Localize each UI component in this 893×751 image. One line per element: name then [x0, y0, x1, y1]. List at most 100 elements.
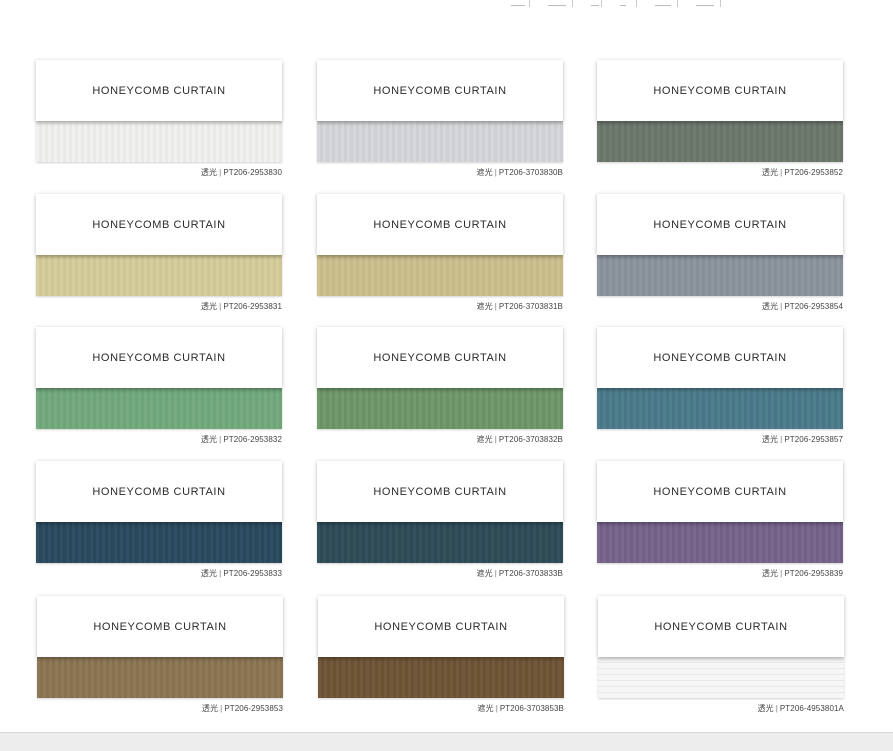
light-type: 透光 — [200, 168, 218, 177]
fabric-swatch — [36, 255, 282, 296]
product-code: PT206-2953832 — [223, 435, 282, 444]
separator: | — [219, 168, 222, 177]
separator: | — [494, 435, 497, 444]
card-label: HONEYCOMB CURTAIN — [317, 327, 563, 388]
card-title: HONEYCOMB CURTAIN — [653, 351, 787, 364]
fabric-swatch — [36, 121, 282, 162]
card-title: HONEYCOMB CURTAIN — [92, 485, 226, 498]
separator: | — [219, 569, 222, 578]
card-title: HONEYCOMB CURTAIN — [373, 84, 507, 97]
product-code: PT206-3703831B — [498, 302, 563, 311]
product-code: PT206-2953831 — [223, 302, 282, 311]
product-code-line: 透光 | PT206-2953830 — [36, 167, 282, 178]
light-type: 遮光 — [477, 704, 494, 713]
fabric-swatch — [318, 657, 564, 698]
light-type: 透光 — [761, 569, 779, 578]
card-label: HONEYCOMB CURTAIN — [318, 596, 564, 657]
fabric-swatch — [597, 121, 843, 162]
product-code-line: 遮光 | PT206-3703833B — [317, 568, 563, 579]
card-label: HONEYCOMB CURTAIN — [597, 327, 843, 388]
product-code: PT206-3703833B — [498, 569, 563, 578]
product-code-line: 透光 | PT206-2953852 — [597, 167, 843, 178]
card-label: HONEYCOMB CURTAIN — [317, 60, 563, 121]
swatch-card[interactable]: HONEYCOMB CURTAIN 透光 | PT206-2953830 — [36, 60, 282, 178]
swatch-card[interactable]: HONEYCOMB CURTAIN 透光 | PT206-2953832 — [36, 327, 282, 445]
product-code-line: 透光 | PT206-2953854 — [597, 301, 843, 312]
card-label: HONEYCOMB CURTAIN — [598, 596, 844, 657]
product-code-line: 遮光 | PT206-3703832B — [317, 434, 563, 445]
swatch-card[interactable]: HONEYCOMB CURTAIN 透光 | PT206-2953833 — [36, 461, 282, 579]
card-title: HONEYCOMB CURTAIN — [374, 620, 508, 633]
swatch-card[interactable]: HONEYCOMB CURTAIN 遮光 | PT206-3703853B — [318, 596, 564, 714]
card-title: HONEYCOMB CURTAIN — [654, 620, 788, 633]
separator: | — [780, 302, 783, 311]
product-code: PT206-3703832B — [498, 435, 563, 444]
product-code: PT206-2953854 — [784, 302, 843, 311]
product-code: PT206-2953839 — [784, 569, 843, 578]
card-title: HONEYCOMB CURTAIN — [653, 84, 787, 97]
fabric-swatch — [36, 522, 282, 563]
separator: | — [494, 569, 497, 578]
swatch-card[interactable]: HONEYCOMB CURTAIN 遮光 | PT206-3703832B — [317, 327, 563, 445]
light-type: 透光 — [200, 569, 218, 578]
swatch-card[interactable]: HONEYCOMB CURTAIN 透光 | PT206-4953801A — [598, 596, 844, 714]
product-code-line: 遮光 | PT206-3703853B — [318, 703, 564, 714]
card-title: HONEYCOMB CURTAIN — [373, 218, 507, 231]
product-code-line: 透光 | PT206-2953857 — [597, 434, 843, 445]
card-label: HONEYCOMB CURTAIN — [37, 596, 283, 657]
light-type: 透光 — [761, 168, 779, 177]
swatch-card[interactable]: HONEYCOMB CURTAIN 透光 | PT206-2953831 — [36, 194, 282, 312]
product-code: PT206-4953801A — [779, 704, 844, 713]
swatch-card[interactable]: HONEYCOMB CURTAIN 透光 | PT206-2953852 — [597, 60, 843, 178]
light-type: 透光 — [200, 302, 218, 311]
fabric-swatch — [597, 255, 843, 296]
product-code-line: 透光 | PT206-2953831 — [36, 301, 282, 312]
swatch-card[interactable]: HONEYCOMB CURTAIN 遮光 | PT206-3703833B — [317, 461, 563, 579]
card-title: HONEYCOMB CURTAIN — [653, 218, 787, 231]
card-label: HONEYCOMB CURTAIN — [597, 60, 843, 121]
separator: | — [494, 168, 497, 177]
separator: | — [220, 704, 223, 713]
product-code: PT206-2953830 — [223, 168, 282, 177]
light-type: 遮光 — [476, 569, 493, 578]
card-title: HONEYCOMB CURTAIN — [92, 351, 226, 364]
fabric-swatch — [597, 388, 843, 429]
swatch-card[interactable]: HONEYCOMB CURTAIN 透光 | PT206-2953853 — [37, 596, 283, 714]
product-code-line: 透光 | PT206-2953853 — [37, 703, 283, 714]
product-code-line: 透光 | PT206-2953839 — [597, 568, 843, 579]
separator: | — [780, 168, 783, 177]
swatch-card[interactable]: HONEYCOMB CURTAIN 透光 | PT206-2953857 — [597, 327, 843, 445]
card-label: HONEYCOMB CURTAIN — [36, 461, 282, 522]
fabric-swatch — [317, 255, 563, 296]
card-label: HONEYCOMB CURTAIN — [36, 194, 282, 255]
card-title: HONEYCOMB CURTAIN — [373, 485, 507, 498]
product-code-line: 透光 | PT206-2953833 — [36, 568, 282, 579]
swatch-card[interactable]: HONEYCOMB CURTAIN 透光 | PT206-2953854 — [597, 194, 843, 312]
product-code: PT206-3703830B — [498, 168, 563, 177]
product-code: PT206-2953852 — [784, 168, 843, 177]
product-code-line: 透光 | PT206-2953832 — [36, 434, 282, 445]
card-label: HONEYCOMB CURTAIN — [317, 461, 563, 522]
light-type: 透光 — [757, 704, 774, 713]
fabric-swatch — [317, 522, 563, 563]
product-code-line: 遮光 | PT206-3703831B — [317, 301, 563, 312]
swatch-card[interactable]: HONEYCOMB CURTAIN 遮光 | PT206-3703830B — [317, 60, 563, 178]
swatch-card[interactable]: HONEYCOMB CURTAIN 透光 | PT206-2953839 — [597, 461, 843, 579]
card-label: HONEYCOMB CURTAIN — [597, 194, 843, 255]
separator: | — [775, 704, 778, 713]
swatch-card[interactable]: HONEYCOMB CURTAIN 遮光 | PT206-3703831B — [317, 194, 563, 312]
card-label: HONEYCOMB CURTAIN — [36, 327, 282, 388]
fabric-swatch — [36, 388, 282, 429]
card-label: HONEYCOMB CURTAIN — [36, 60, 282, 121]
light-type: 遮光 — [476, 302, 493, 311]
separator: | — [780, 435, 783, 444]
product-code: PT206-2953833 — [223, 569, 282, 578]
product-code-line: 透光 | PT206-4953801A — [598, 703, 844, 714]
separator: | — [494, 302, 497, 311]
fabric-swatch — [317, 121, 563, 162]
card-label: HONEYCOMB CURTAIN — [317, 194, 563, 255]
separator: | — [219, 435, 222, 444]
card-title: HONEYCOMB CURTAIN — [92, 218, 226, 231]
card-title: HONEYCOMB CURTAIN — [92, 84, 226, 97]
card-title: HONEYCOMB CURTAIN — [373, 351, 507, 364]
